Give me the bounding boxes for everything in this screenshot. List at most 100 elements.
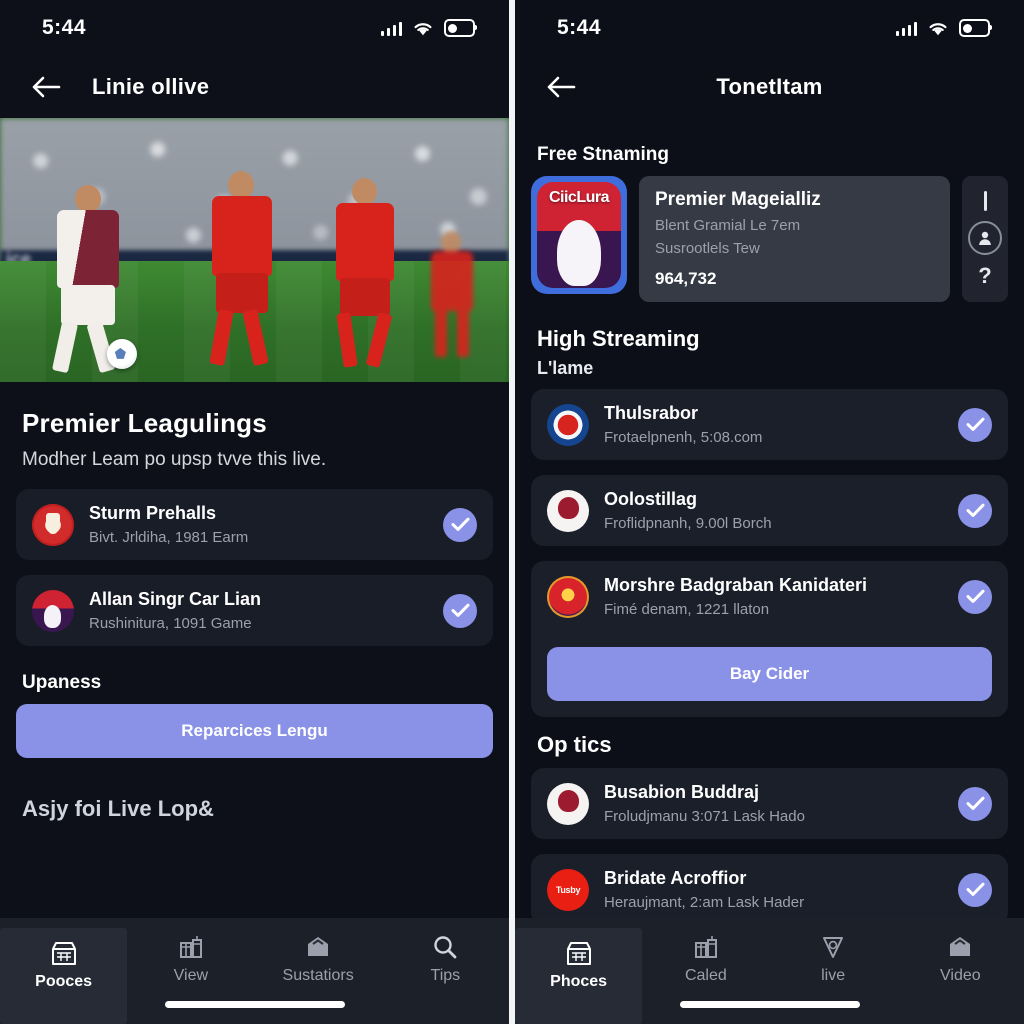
battery-icon — [444, 19, 477, 37]
help-icon[interactable]: ? — [978, 265, 991, 287]
list-item-title: Busabion Buddraj — [604, 782, 760, 802]
section-title-live: Asjy foi Live Lop& — [22, 796, 214, 821]
check-circle-icon[interactable] — [443, 593, 477, 628]
check-circle-icon[interactable] — [958, 407, 992, 442]
tab-label: Video — [940, 967, 981, 984]
person-icon[interactable] — [968, 221, 1002, 255]
app-icon-label: CiicLura — [548, 189, 610, 206]
status-bar-left: 5:44 — [0, 0, 509, 56]
battery-icon — [959, 19, 992, 37]
list-item[interactable]: Thulsrabor Frotaelpnenh, 5:08.com — [531, 389, 1008, 460]
tab-label: Phoces — [550, 973, 608, 990]
featured-count: 964,732 — [655, 269, 717, 288]
list-item[interactable]: Tusby Bridate Acroffior Heraujmant, 2:am… — [531, 854, 1008, 918]
side-by-side-screenshots: 5:44 Linie ollive ice Premier Leagulings… — [0, 0, 1024, 1024]
check-circle-icon[interactable] — [958, 493, 992, 528]
cellular-signal-icon — [380, 20, 402, 36]
tab-label: live — [821, 967, 846, 984]
list-item-title: Bridate Acroffior — [604, 868, 747, 888]
back-arrow-icon[interactable] — [26, 67, 66, 107]
list-item-title: Sturm Prehalls — [89, 503, 217, 523]
white-club-crest-icon — [547, 489, 589, 532]
player-red-2 — [316, 172, 416, 377]
list-item-with-cta[interactable]: Morshre Badgraban Kanidateri Fimé denam,… — [531, 561, 1008, 717]
list-item-subtitle: Heraujmant, 2:am Lask Hader — [604, 894, 805, 911]
blue-club-crest-icon — [547, 403, 589, 446]
left-content: Premier Leagulings Modher Leam po upsp t… — [0, 382, 509, 918]
list-item-meta: Thulsrabor Frotaelpnenh, 5:08.com — [604, 403, 943, 446]
wifi-icon — [928, 21, 948, 36]
left-phone-screen: 5:44 Linie ollive ice Premier Leagulings… — [0, 0, 509, 1024]
tab-sustatiors[interactable]: Sustatiors — [255, 928, 382, 985]
tab-phoces[interactable]: Phoces — [515, 928, 643, 1024]
gifts-icon — [692, 934, 720, 960]
manchester-united-crest-icon — [32, 503, 74, 546]
list-item-subtitle: Bivt. Jrldiha, 1981 Earm — [89, 529, 249, 546]
tab-video[interactable]: Video — [897, 928, 1024, 985]
check-circle-icon[interactable] — [958, 872, 992, 907]
tab-pooces[interactable]: Pooces — [0, 928, 128, 1024]
gifts-icon — [177, 934, 205, 960]
featured-line-1: Blent Gramial Le 7em — [655, 217, 801, 234]
list-item-title: Allan Singr Car Lian — [89, 589, 262, 609]
list-item-meta: Bridate Acroffior Heraujmant, 2:am Lask … — [604, 868, 943, 911]
primary-cta-button[interactable]: Reparcices Lengu — [16, 704, 493, 758]
list-item[interactable]: Busabion Buddraj Froludjmanu 3:071 Lask … — [531, 768, 1008, 839]
section-subtitle-lame: L'lame — [537, 358, 594, 378]
red-brand-crest-icon: Tusby — [547, 868, 589, 911]
buy-button[interactable]: Bay Cider — [547, 647, 992, 701]
tab-label: View — [173, 967, 209, 984]
right-phone-screen: 5:44 TonetItam Free Stnaming CiicLura Pr… — [515, 0, 1024, 1024]
check-circle-icon[interactable] — [443, 507, 477, 542]
home-icon — [304, 934, 332, 960]
list-item[interactable]: Allan Singr Car Lian Rushinitura, 1091 G… — [16, 575, 493, 646]
back-arrow-icon[interactable] — [541, 67, 581, 107]
tab-caled[interactable]: Caled — [642, 928, 769, 985]
store-icon — [564, 940, 594, 966]
football-match-photo: ice — [0, 118, 509, 382]
featured-app-card[interactable]: CiicLura Premier Mageialliz Blent Gramia… — [531, 176, 1008, 302]
bottom-tab-bar-right: Phoces Caled live Video — [515, 918, 1024, 1024]
list-item-subtitle: Frotaelpnenh, 5:08.com — [604, 429, 763, 446]
right-content: Free Stnaming CiicLura Premier Mageialli… — [515, 118, 1024, 918]
tab-label: Tips — [430, 967, 461, 984]
wifi-icon — [413, 21, 433, 36]
side-action-rail: ? — [962, 176, 1008, 302]
menu-bar-icon[interactable] — [983, 191, 987, 211]
bottom-tab-bar-left: Pooces View Sustatiors Tips — [0, 918, 509, 1024]
list-item-subtitle: Froflidpnanh, 9.00l Borch — [604, 515, 772, 532]
tab-tips[interactable]: Tips — [382, 928, 509, 985]
page-title: Linie ollive — [92, 74, 210, 99]
list-item-meta: Allan Singr Car Lian Rushinitura, 1091 G… — [89, 589, 428, 632]
page-title: TonetItam — [716, 74, 823, 99]
list-item-meta: Busabion Buddraj Froludjmanu 3:071 Lask … — [604, 782, 943, 825]
tab-live[interactable]: live — [770, 928, 897, 985]
page-subhead: Modher Leam po upsp tvve this live. — [22, 449, 327, 470]
nav-bar-left: Linie ollive — [0, 56, 509, 118]
check-circle-icon[interactable] — [958, 579, 992, 614]
tab-label: Sustatiors — [282, 967, 354, 984]
list-item[interactable]: Oolostillag Froflidpnanh, 9.00l Borch — [531, 475, 1008, 546]
check-circle-icon[interactable] — [958, 786, 992, 821]
tab-view[interactable]: View — [127, 928, 254, 985]
shield-crest-icon — [547, 575, 589, 618]
section-title-free-streaming: Free Stnaming — [537, 144, 669, 165]
tab-label: Pooces — [35, 973, 93, 990]
shield-icon — [820, 934, 846, 960]
section-title-updates: Upaness — [22, 672, 102, 693]
player-red-1 — [188, 167, 293, 377]
status-icons — [380, 19, 477, 37]
page-headline: Premier Leagulings — [22, 408, 267, 438]
list-item-title: Thulsrabor — [604, 403, 699, 423]
crest-label: Tusby — [555, 884, 581, 895]
list-item[interactable]: Sturm Prehalls Bivt. Jrldiha, 1981 Earm — [16, 489, 493, 560]
home-indicator — [164, 1001, 345, 1008]
list-item-title: Oolostillag — [604, 489, 698, 509]
app-icon[interactable]: CiicLura — [531, 176, 627, 294]
white-eagle-crest-icon — [547, 782, 589, 825]
featured-title: Premier Mageialliz — [655, 189, 821, 210]
nav-bar-right: TonetItam — [515, 56, 1024, 118]
player-blurred-1 — [417, 227, 487, 377]
list-item-title: Morshre Badgraban Kanidateri — [604, 575, 868, 595]
search-icon — [431, 934, 459, 960]
